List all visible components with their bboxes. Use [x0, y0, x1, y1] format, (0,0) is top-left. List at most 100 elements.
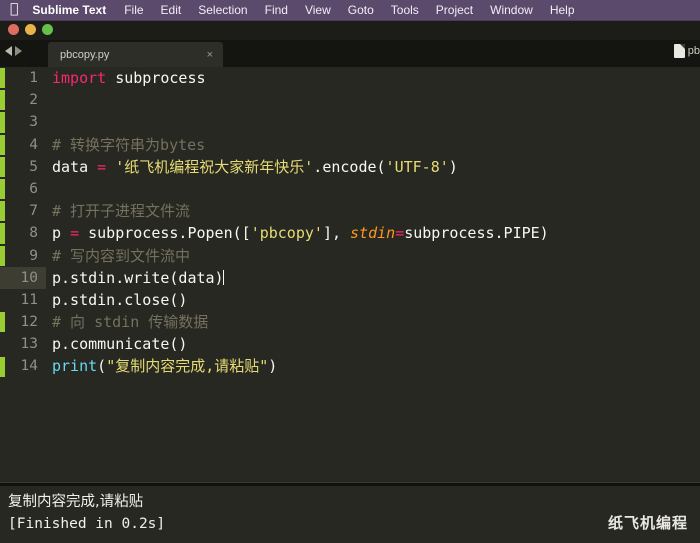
line-number: 3: [29, 114, 38, 131]
token-op: =: [97, 157, 107, 176]
menu-item-file[interactable]: File: [124, 3, 143, 17]
arrow-right-icon[interactable]: [15, 46, 22, 56]
menu-item-view[interactable]: View: [305, 3, 331, 17]
arrow-left-icon[interactable]: [5, 46, 12, 56]
code-line[interactable]: 11 p.stdin.close(): [0, 289, 700, 311]
code-text: p.stdin.close(): [46, 289, 187, 311]
token-op: =: [70, 224, 80, 243]
code-line[interactable]: 5 data = '纸飞机编程祝大家新年快乐'.encode('UTF-8'): [0, 156, 700, 178]
menu-item-project[interactable]: Project: [436, 3, 473, 17]
code-line[interactable]: 10 p.stdin.write(data): [0, 266, 700, 289]
token-param: stdin: [350, 224, 396, 243]
menu-item-tools[interactable]: Tools: [391, 3, 419, 17]
token-plain: p.communicate(): [52, 335, 188, 354]
menu-item-find[interactable]: Find: [265, 3, 288, 17]
editor-tab-pbcopy-py[interactable]: pbcopy.py ×: [48, 42, 223, 67]
file-icon: [673, 44, 685, 58]
overflow-file-label: pb: [687, 45, 700, 57]
token-com: # 打开子进程文件流: [52, 202, 191, 221]
token-str: 'pbcopy': [250, 224, 323, 243]
token-com: # 向 stdin 传输数据: [52, 313, 209, 332]
code-line[interactable]: 13 p.communicate(): [0, 333, 700, 355]
menu-item-help[interactable]: Help: [550, 3, 575, 17]
menu-app-name[interactable]: Sublime Text: [32, 3, 106, 17]
code-lines: 1 import subprocess 2 3 4 # 转换字符串为bytes 5 data …: [0, 67, 700, 378]
token-plain: subprocess.PIPE): [404, 224, 549, 243]
code-line[interactable]: 9 # 写内容到文件流中: [0, 245, 700, 267]
line-number: 10: [0, 266, 46, 289]
line-number: 8: [29, 225, 38, 242]
line-number: 12: [20, 314, 38, 331]
token-plain: ): [448, 157, 458, 176]
watermark-label: 纸飞机编程: [607, 514, 688, 532]
token-plain: (: [97, 357, 107, 376]
macos-menu-bar:  Sublime Text File Edit Selection Find …: [0, 0, 700, 21]
code-line[interactable]: 1 import subprocess: [0, 67, 700, 89]
line-number: 13: [20, 336, 38, 353]
code-line[interactable]: 7 # 打开子进程文件流: [0, 200, 700, 222]
token-str: '纸飞机编程祝大家新年快乐': [115, 157, 314, 176]
close-window-button[interactable]: [8, 24, 19, 35]
token-plain: data: [52, 157, 98, 176]
token-plain: ): [268, 357, 278, 376]
token-plain: .encode(: [313, 157, 386, 176]
zoom-window-button[interactable]: [42, 24, 53, 35]
menu-item-window[interactable]: Window: [490, 3, 533, 17]
text-cursor: [222, 269, 224, 285]
code-line[interactable]: 2: [0, 89, 700, 111]
token-str: 'UTF-8': [385, 157, 449, 176]
line-number: 4: [29, 136, 38, 153]
console-output-line: 复制内容完成,请粘贴: [8, 494, 144, 510]
token-op: =: [395, 224, 405, 243]
code-text: p = subprocess.Popen(['pbcopy'], stdin=s…: [46, 222, 549, 244]
token-com: # 写内容到文件流中: [52, 246, 191, 265]
close-icon[interactable]: ×: [207, 49, 213, 61]
line-number: 5: [29, 158, 38, 175]
console-status-line: [Finished in 0.2s]: [8, 516, 166, 532]
line-number: 11: [20, 291, 38, 308]
token-kw: import: [52, 69, 107, 87]
code-text: # 写内容到文件流中: [46, 245, 190, 267]
token-plain: p: [52, 224, 71, 243]
code-editor[interactable]: 1 import subprocess 2 3 4 # 转换字符串为bytes 5 data …: [0, 67, 700, 482]
build-output-console: 复制内容完成,请粘贴 [Finished in 0.2s] 纸飞机编程: [0, 486, 700, 543]
token-com: # 转换字符串为bytes: [52, 135, 206, 154]
token-plain: subprocess.Popen([: [79, 224, 251, 243]
code-text: # 转换字符串为bytes: [46, 134, 205, 156]
code-text: import subprocess: [46, 67, 206, 89]
line-number: 2: [29, 92, 38, 109]
line-number: 7: [29, 203, 38, 220]
token-fn: print: [52, 357, 98, 376]
menu-item-selection[interactable]: Selection: [198, 3, 247, 17]
token-str: "复制内容完成,请粘贴": [106, 357, 269, 376]
line-number: 9: [29, 247, 38, 264]
line-number: 1: [29, 70, 38, 86]
code-text: data = '纸飞机编程祝大家新年快乐'.encode('UTF-8'): [46, 156, 458, 178]
code-text: # 打开子进程文件流: [46, 200, 190, 222]
code-line[interactable]: 8p = subprocess.Popen(['pbcopy'], stdin=…: [0, 222, 700, 244]
menu-item-edit[interactable]: Edit: [161, 3, 182, 17]
tab-label: pbcopy.py: [60, 48, 110, 61]
code-text: p.communicate(): [46, 333, 187, 355]
menu-item-goto[interactable]: Goto: [348, 3, 374, 17]
code-text: print("复制内容完成,请粘贴"): [46, 355, 277, 377]
code-line[interactable]: 3: [0, 111, 700, 133]
token-plain: p.stdin.write(data): [52, 268, 224, 287]
token-plain: p.stdin.close(): [52, 290, 188, 309]
apple-icon[interactable]: : [10, 2, 18, 16]
window-controls: [8, 24, 53, 35]
line-number: 6: [29, 180, 38, 197]
sublime-text-window:  Sublime Text File Edit Selection Find …: [0, 0, 700, 543]
code-text: p.stdin.write(data): [46, 267, 224, 289]
code-line[interactable]: 4 # 转换字符串为bytes: [0, 134, 700, 156]
minimize-window-button[interactable]: [25, 24, 36, 35]
window-title-bar: [0, 21, 700, 40]
tab-navigation: [5, 46, 22, 56]
code-line[interactable]: 12 # 向 stdin 传输数据: [0, 311, 700, 333]
token-plain: ],: [322, 224, 351, 243]
code-text: # 向 stdin 传输数据: [46, 311, 208, 333]
tab-strip-overflow: pb: [673, 44, 700, 58]
code-line[interactable]: 14 print("复制内容完成,请粘贴"): [0, 355, 700, 377]
code-line[interactable]: 6: [0, 178, 700, 200]
